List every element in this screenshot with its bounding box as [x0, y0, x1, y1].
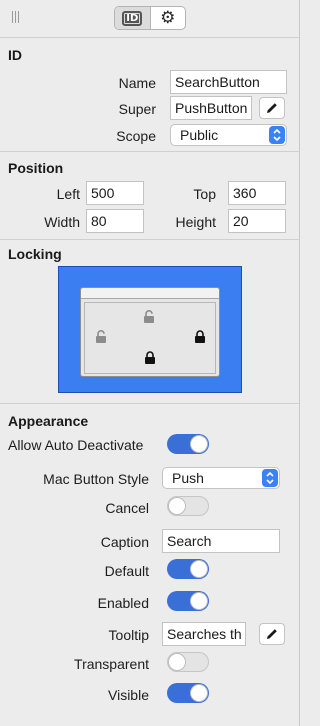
default-toggle[interactable] [167, 559, 209, 579]
gear-icon: ⚙ [160, 7, 176, 28]
divider [0, 37, 299, 38]
top-label: Top [193, 186, 216, 202]
enabled-label: Enabled [97, 595, 149, 611]
section-title-locking: Locking [8, 246, 62, 262]
divider [0, 151, 299, 152]
scope-popup[interactable]: Public [170, 124, 287, 146]
section-title-appearance: Appearance [8, 413, 89, 429]
tooltip-field[interactable]: Searches th [162, 622, 246, 646]
toggle-knob [190, 592, 208, 610]
visible-toggle[interactable] [167, 683, 209, 703]
cancel-label: Cancel [105, 500, 149, 516]
id-icon: ID [122, 10, 143, 26]
tab-id[interactable]: ID [115, 7, 150, 29]
transparent-toggle[interactable] [167, 652, 209, 672]
name-label: Name [118, 75, 156, 91]
caption-field[interactable]: Search [162, 529, 280, 553]
locking-window-preview [80, 287, 220, 377]
toggle-knob [190, 435, 208, 453]
window-titlebar [81, 288, 219, 299]
width-label: Width [44, 214, 80, 230]
mac-button-style-popup[interactable]: Push [162, 467, 280, 489]
mac-button-style-value: Push [172, 470, 204, 486]
cancel-toggle[interactable] [167, 496, 209, 516]
height-field[interactable]: 20 [228, 209, 286, 233]
lock-top-icon[interactable] [143, 310, 155, 326]
tooltip-label: Tooltip [108, 627, 149, 643]
name-field[interactable]: SearchButton [170, 70, 287, 94]
edit-tooltip-button[interactable] [259, 623, 285, 645]
panel-border [299, 0, 300, 726]
inspector-tab-control: ID ⚙ [114, 6, 186, 30]
scope-value: Public [180, 127, 219, 143]
updown-arrows-icon [262, 469, 278, 487]
mac-button-style-label: Mac Button Style [43, 471, 149, 487]
toggle-knob [190, 684, 208, 702]
left-label: Left [56, 186, 80, 202]
allow-auto-deactivate-toggle[interactable] [167, 434, 209, 454]
updown-arrows-icon [269, 126, 285, 144]
section-title-id: ID [8, 47, 22, 63]
top-field[interactable]: 360 [228, 181, 286, 205]
edit-super-button[interactable] [259, 97, 285, 119]
allow-auto-deactivate-label: Allow Auto Deactivate [8, 437, 144, 453]
caption-label: Caption [100, 534, 149, 550]
toggle-knob [190, 560, 208, 578]
left-field[interactable]: 500 [86, 181, 144, 205]
lock-bottom-icon[interactable] [144, 351, 156, 367]
scope-label: Scope [116, 128, 156, 144]
pencil-icon [267, 629, 277, 639]
divider [0, 239, 299, 240]
transparent-label: Transparent [74, 656, 149, 672]
super-field[interactable]: PushButton [170, 96, 252, 120]
visible-label: Visible [108, 687, 149, 703]
pencil-icon [267, 103, 277, 113]
divider [0, 403, 299, 404]
default-label: Default [104, 563, 149, 579]
lock-left-icon[interactable] [95, 330, 107, 346]
toggle-knob [168, 653, 186, 671]
width-field[interactable]: 80 [86, 209, 144, 233]
toggle-knob [168, 497, 186, 515]
section-title-position: Position [8, 160, 64, 176]
height-label: Height [175, 214, 216, 230]
drag-handle-icon[interactable] [12, 11, 21, 23]
lock-right-icon[interactable] [194, 330, 206, 346]
enabled-toggle[interactable] [167, 591, 209, 611]
tab-settings[interactable]: ⚙ [149, 7, 186, 29]
super-label: Super [118, 101, 156, 117]
